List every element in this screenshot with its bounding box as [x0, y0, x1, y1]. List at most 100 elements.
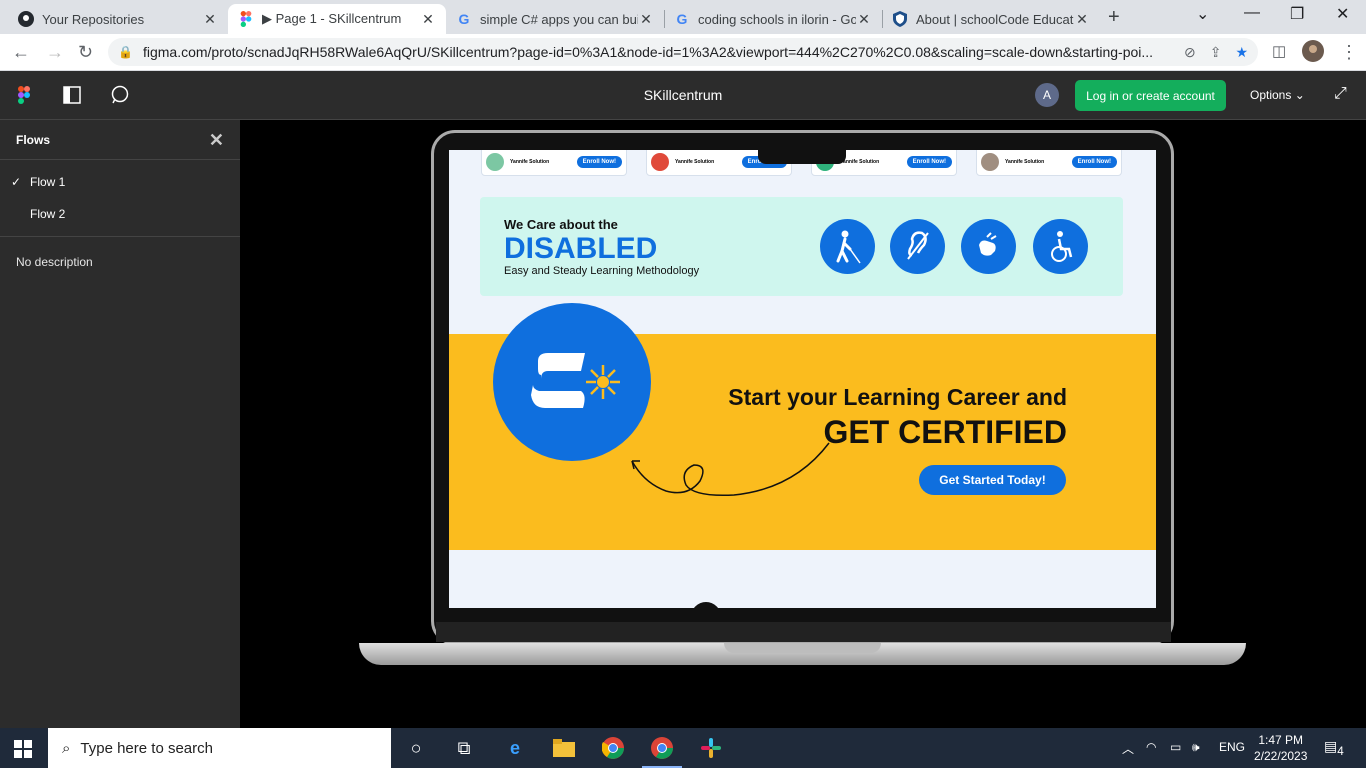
taskbar-search[interactable]: ⌕ Type here to search [48, 728, 391, 768]
battery-icon[interactable]: ▭ [1170, 740, 1181, 754]
checkmark-icon: ✓ [11, 175, 22, 189]
tab-title: About | schoolCode Educatio [916, 11, 1074, 27]
card-name: Yannife Solution [510, 159, 550, 165]
laptop-notch [758, 146, 846, 164]
avatar [981, 153, 999, 171]
window-close-icon[interactable]: ✕ [1336, 4, 1349, 24]
tab-skillcentrum[interactable]: ▶ Page 1 - SKillcentrum ✕ [228, 4, 446, 34]
url-text: figma.com/proto/scnadJqRH58RWale6AqQrU/S… [142, 44, 1154, 60]
tab-title: coding schools in ilorin - Goo [698, 11, 856, 27]
search-placeholder: Type here to search [80, 739, 213, 757]
options-button[interactable]: Options ⌄ [1250, 88, 1305, 102]
back-icon[interactable]: ← [12, 42, 30, 63]
course-card: Yannife Solution Enroll Now! [976, 150, 1122, 176]
card-name: Yannife Solution [840, 159, 880, 165]
disabled-subtitle: Easy and Steady Learning Methodology [504, 265, 700, 277]
lock-icon: 🔒 [118, 45, 133, 59]
close-icon[interactable]: ✕ [209, 130, 224, 151]
wifi-icon[interactable]: ◠ [1146, 740, 1156, 754]
chrome-icon[interactable] [601, 736, 625, 760]
reload-icon[interactable]: ↻ [78, 42, 93, 63]
get-started-button[interactable]: Get Started Today! [919, 465, 1066, 495]
chrome-profile-icon[interactable] [650, 736, 674, 760]
course-card: Yannife Solution Enroll Now! [481, 150, 627, 176]
windows-taskbar: ⌕ Type here to search ○ ⧉ e ︿ ◠ ▭ 🕪 ENG … [0, 728, 1366, 768]
care-heading: We Care about the [504, 217, 618, 232]
laptop-bezel [436, 622, 1171, 642]
enroll-button[interactable]: Enroll Now! [1071, 156, 1117, 168]
edge-icon[interactable]: e [503, 736, 527, 760]
cortana-icon[interactable]: ○ [404, 736, 428, 760]
bookmark-star-icon[interactable]: ★ [1235, 44, 1248, 61]
address-bar-row: ← → ↻ 🔒 figma.com/proto/scnadJqRH58RWale… [0, 34, 1366, 71]
date: 2/22/2023 [1254, 749, 1308, 763]
notification-icon[interactable]: ▤4 [1324, 738, 1344, 758]
blind-icon [820, 219, 875, 274]
new-tab-icon[interactable]: + [1108, 6, 1120, 29]
github-icon [18, 11, 34, 27]
url-field[interactable]: 🔒 figma.com/proto/scnadJqRH58RWale6AqQrU… [108, 38, 1258, 66]
close-icon[interactable]: ✕ [1074, 11, 1090, 28]
more-menu-icon[interactable]: ⋮ [1340, 42, 1358, 63]
avatar[interactable]: A [1035, 83, 1059, 107]
tab-search-chevron-icon[interactable]: ⌄ [1196, 4, 1209, 24]
tab-title: simple C# apps you can build [480, 11, 638, 27]
close-icon[interactable]: ✕ [638, 11, 654, 28]
disabled-section: We Care about the DISABLED Easy and Stea… [480, 197, 1123, 296]
shield-icon [892, 11, 908, 27]
flow-label: Flow 1 [30, 175, 66, 189]
avatar [651, 153, 669, 171]
prototype-screen: Yannife Solution Enroll Now! Yannife Sol… [449, 150, 1156, 608]
file-explorer-icon[interactable] [552, 736, 576, 760]
search-icon: ⌕ [62, 739, 71, 757]
sign-language-icon [961, 219, 1016, 274]
close-icon[interactable]: ✕ [420, 11, 436, 28]
tab-title: ▶ Page 1 - SKillcentrum [262, 11, 402, 26]
browser-tab-bar: Your Repositories ✕ ▶ Page 1 - SKillcent… [0, 0, 1366, 34]
cta-line-2: GET CERTIFIED [823, 414, 1067, 450]
tab-about-schoolcode[interactable]: About | schoolCode Educatio ✕ [882, 4, 1100, 34]
slack-icon[interactable] [699, 736, 723, 760]
clock[interactable]: 1:47 PM 2/22/2023 [1254, 732, 1307, 764]
close-icon[interactable]: ✕ [202, 11, 218, 28]
fullscreen-icon[interactable]: ⤢ [1334, 85, 1347, 103]
forward-icon[interactable]: → [46, 42, 64, 63]
figma-icon [238, 11, 254, 27]
flow-item-2[interactable]: Flow 2 [0, 198, 240, 230]
brand-logo-icon [531, 353, 620, 408]
tab-coding-schools[interactable]: G coding schools in ilorin - Goo ✕ [664, 4, 882, 34]
laptop-base-dent [724, 643, 881, 653]
minimize-icon[interactable]: — [1244, 4, 1260, 22]
share-icon[interactable]: ⇪ [1210, 44, 1222, 61]
notification-count: 4 [1337, 744, 1344, 758]
side-panel-icon[interactable]: ◫ [1272, 42, 1286, 60]
restore-icon[interactable]: ❐ [1290, 4, 1304, 24]
tab-your-repositories[interactable]: Your Repositories ✕ [8, 4, 228, 34]
volume-icon[interactable]: 🕪 [1192, 740, 1200, 755]
close-icon[interactable]: ✕ [856, 11, 872, 28]
task-view-icon[interactable]: ⧉ [452, 736, 476, 760]
language-indicator[interactable]: ENG [1219, 740, 1245, 754]
disabled-heading: DISABLED [504, 232, 658, 265]
flow-item-1[interactable]: ✓ Flow 1 [0, 166, 240, 198]
flow-description: No description [16, 255, 93, 269]
windows-start-icon[interactable] [14, 740, 32, 763]
partial-element [691, 602, 721, 608]
flows-header: Flows ✕ [0, 120, 240, 160]
show-hidden-icons[interactable]: ︿ [1122, 740, 1134, 757]
cta-line-1: Start your Learning Career and [728, 384, 1067, 410]
tab-title: Your Repositories [42, 11, 145, 27]
curly-arrow-icon [631, 442, 830, 497]
card-name: Yannife Solution [1005, 159, 1045, 165]
google-icon: G [458, 11, 470, 27]
time: 1:47 PM [1258, 733, 1304, 747]
flows-heading: Flows [16, 132, 51, 147]
figma-toolbar: SKillcentrum A Log in or create account … [0, 71, 1366, 120]
enroll-button[interactable]: Enroll Now! [576, 156, 622, 168]
profile-avatar[interactable] [1302, 40, 1324, 67]
tab-simple-csharp[interactable]: G simple C# apps you can build ✕ [446, 4, 664, 34]
login-button[interactable]: Log in or create account [1075, 80, 1226, 111]
enroll-button[interactable]: Enroll Now! [906, 156, 952, 168]
cast-icon[interactable]: ⊘ [1184, 44, 1196, 61]
cta-banner: Start your Learning Career and GET CERTI… [449, 303, 1156, 550]
